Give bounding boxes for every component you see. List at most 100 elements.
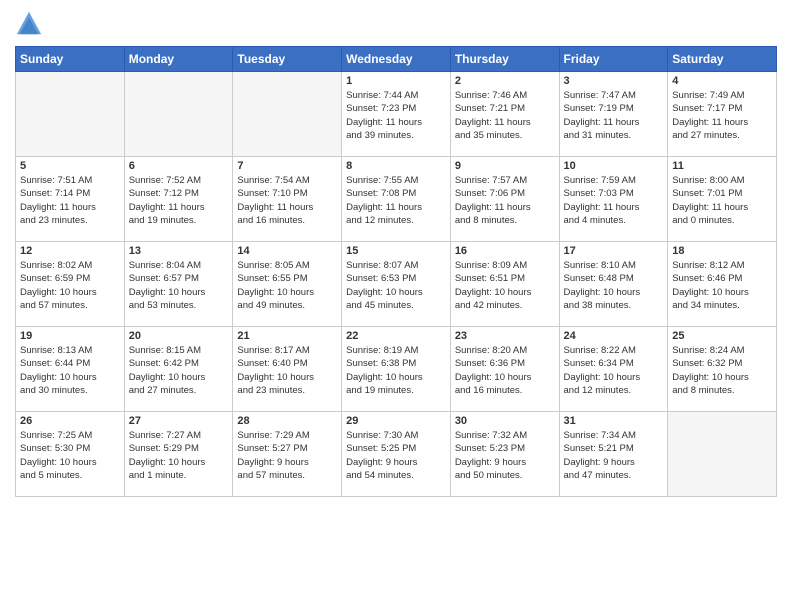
day-info: Sunrise: 7:52 AM Sunset: 7:12 PM Dayligh…: [129, 174, 229, 227]
calendar-cell: 28 Sunrise: 7:29 AM Sunset: 5:27 PM Dayli…: [233, 412, 342, 497]
page-container: SundayMondayTuesdayWednesdayThursdayFrid…: [0, 0, 792, 507]
weekday-header-row: SundayMondayTuesdayWednesdayThursdayFrid…: [16, 47, 777, 72]
day-number: 1: [346, 75, 446, 87]
calendar-cell: 18 Sunrise: 8:12 AM Sunset: 6:46 PM Dayli…: [668, 242, 777, 327]
day-number: 24: [564, 330, 664, 342]
calendar-cell: 16Sunrise: 8:09 AM Sunset: 6:51 PM Dayli…: [450, 242, 559, 327]
day-number: 11: [672, 160, 772, 172]
calendar-cell: 23 Sunrise: 8:20 AM Sunset: 6:36 PM Dayli…: [450, 327, 559, 412]
calendar-cell: 31 Sunrise: 7:34 AM Sunset: 5:21 PM Dayli…: [559, 412, 668, 497]
day-info: Sunrise: 7:51 AM Sunset: 7:14 PM Dayligh…: [20, 174, 120, 227]
day-number: 20: [129, 330, 229, 342]
calendar-cell: 6 Sunrise: 7:52 AM Sunset: 7:12 PM Daylig…: [124, 157, 233, 242]
day-number: 15: [346, 245, 446, 257]
day-number: 3: [564, 75, 664, 87]
calendar-week-row: 19 Sunrise: 8:13 AM Sunset: 6:44 PM Dayli…: [16, 327, 777, 412]
day-info: Sunrise: 7:34 AM Sunset: 5:21 PM Dayligh…: [564, 429, 664, 482]
day-number: 28: [237, 415, 337, 427]
day-info: Sunrise: 8:12 AM Sunset: 6:46 PM Dayligh…: [672, 259, 772, 312]
day-info: Sunrise: 7:54 AM Sunset: 7:10 PM Dayligh…: [237, 174, 337, 227]
day-number: 31: [564, 415, 664, 427]
day-number: 17: [564, 245, 664, 257]
calendar-cell: [124, 72, 233, 157]
day-number: 27: [129, 415, 229, 427]
weekday-header: Friday: [559, 47, 668, 72]
calendar-cell: 7 Sunrise: 7:54 AM Sunset: 7:10 PM Daylig…: [233, 157, 342, 242]
day-info: Sunrise: 8:13 AM Sunset: 6:44 PM Dayligh…: [20, 344, 120, 397]
calendar-cell: 4Sunrise: 7:49 AM Sunset: 7:17 PM Daylig…: [668, 72, 777, 157]
calendar-cell: 5 Sunrise: 7:51 AM Sunset: 7:14 PM Daylig…: [16, 157, 125, 242]
calendar-table: SundayMondayTuesdayWednesdayThursdayFrid…: [15, 46, 777, 497]
day-info: Sunrise: 7:57 AM Sunset: 7:06 PM Dayligh…: [455, 174, 555, 227]
day-info: Sunrise: 8:17 AM Sunset: 6:40 PM Dayligh…: [237, 344, 337, 397]
calendar-cell: 2 Sunrise: 7:46 AM Sunset: 7:21 PM Daylig…: [450, 72, 559, 157]
calendar-cell: 27 Sunrise: 7:27 AM Sunset: 5:29 PM Dayli…: [124, 412, 233, 497]
day-info: Sunrise: 7:32 AM Sunset: 5:23 PM Dayligh…: [455, 429, 555, 482]
day-info: Sunrise: 8:19 AM Sunset: 6:38 PM Dayligh…: [346, 344, 446, 397]
calendar-cell: 15 Sunrise: 8:07 AM Sunset: 6:53 PM Dayli…: [342, 242, 451, 327]
calendar-cell: 26 Sunrise: 7:25 AM Sunset: 5:30 PM Dayli…: [16, 412, 125, 497]
day-info: Sunrise: 8:07 AM Sunset: 6:53 PM Dayligh…: [346, 259, 446, 312]
calendar-cell: 19 Sunrise: 8:13 AM Sunset: 6:44 PM Dayli…: [16, 327, 125, 412]
day-number: 18: [672, 245, 772, 257]
weekday-header: Wednesday: [342, 47, 451, 72]
calendar-cell: 24 Sunrise: 8:22 AM Sunset: 6:34 PM Dayli…: [559, 327, 668, 412]
day-number: 29: [346, 415, 446, 427]
day-number: 30: [455, 415, 555, 427]
day-number: 23: [455, 330, 555, 342]
weekday-header: Saturday: [668, 47, 777, 72]
logo-icon: [15, 10, 43, 38]
calendar-week-row: 26 Sunrise: 7:25 AM Sunset: 5:30 PM Dayli…: [16, 412, 777, 497]
calendar-cell: 17Sunrise: 8:10 AM Sunset: 6:48 PM Dayli…: [559, 242, 668, 327]
calendar-cell: 20Sunrise: 8:15 AM Sunset: 6:42 PM Dayli…: [124, 327, 233, 412]
page-header: [15, 10, 777, 38]
weekday-header: Tuesday: [233, 47, 342, 72]
day-info: Sunrise: 8:20 AM Sunset: 6:36 PM Dayligh…: [455, 344, 555, 397]
day-info: Sunrise: 7:59 AM Sunset: 7:03 PM Dayligh…: [564, 174, 664, 227]
calendar-cell: 1 Sunrise: 7:44 AM Sunset: 7:23 PM Daylig…: [342, 72, 451, 157]
calendar-cell: 12Sunrise: 8:02 AM Sunset: 6:59 PM Dayli…: [16, 242, 125, 327]
day-info: Sunrise: 8:09 AM Sunset: 6:51 PM Dayligh…: [455, 259, 555, 312]
calendar-cell: [16, 72, 125, 157]
calendar-cell: [233, 72, 342, 157]
calendar-cell: 30 Sunrise: 7:32 AM Sunset: 5:23 PM Dayli…: [450, 412, 559, 497]
day-number: 21: [237, 330, 337, 342]
calendar-cell: 3 Sunrise: 7:47 AM Sunset: 7:19 PM Daylig…: [559, 72, 668, 157]
calendar-cell: 25 Sunrise: 8:24 AM Sunset: 6:32 PM Dayli…: [668, 327, 777, 412]
day-number: 26: [20, 415, 120, 427]
day-number: 6: [129, 160, 229, 172]
calendar-cell: 22 Sunrise: 8:19 AM Sunset: 6:38 PM Dayli…: [342, 327, 451, 412]
day-number: 4: [672, 75, 772, 87]
calendar-cell: [668, 412, 777, 497]
day-number: 13: [129, 245, 229, 257]
day-info: Sunrise: 8:05 AM Sunset: 6:55 PM Dayligh…: [237, 259, 337, 312]
day-number: 2: [455, 75, 555, 87]
day-info: Sunrise: 7:47 AM Sunset: 7:19 PM Dayligh…: [564, 89, 664, 142]
day-info: Sunrise: 8:04 AM Sunset: 6:57 PM Dayligh…: [129, 259, 229, 312]
day-number: 12: [20, 245, 120, 257]
day-number: 19: [20, 330, 120, 342]
day-info: Sunrise: 7:44 AM Sunset: 7:23 PM Dayligh…: [346, 89, 446, 142]
weekday-header: Thursday: [450, 47, 559, 72]
weekday-header: Monday: [124, 47, 233, 72]
day-number: 25: [672, 330, 772, 342]
day-number: 14: [237, 245, 337, 257]
day-info: Sunrise: 7:25 AM Sunset: 5:30 PM Dayligh…: [20, 429, 120, 482]
calendar-week-row: 5 Sunrise: 7:51 AM Sunset: 7:14 PM Daylig…: [16, 157, 777, 242]
day-number: 9: [455, 160, 555, 172]
day-number: 8: [346, 160, 446, 172]
day-info: Sunrise: 7:29 AM Sunset: 5:27 PM Dayligh…: [237, 429, 337, 482]
calendar-cell: 10Sunrise: 7:59 AM Sunset: 7:03 PM Dayli…: [559, 157, 668, 242]
day-info: Sunrise: 7:46 AM Sunset: 7:21 PM Dayligh…: [455, 89, 555, 142]
calendar-cell: 14 Sunrise: 8:05 AM Sunset: 6:55 PM Dayli…: [233, 242, 342, 327]
day-number: 7: [237, 160, 337, 172]
day-info: Sunrise: 7:27 AM Sunset: 5:29 PM Dayligh…: [129, 429, 229, 482]
calendar-cell: 13 Sunrise: 8:04 AM Sunset: 6:57 PM Dayli…: [124, 242, 233, 327]
calendar-cell: 8Sunrise: 7:55 AM Sunset: 7:08 PM Daylig…: [342, 157, 451, 242]
day-number: 22: [346, 330, 446, 342]
day-info: Sunrise: 8:00 AM Sunset: 7:01 PM Dayligh…: [672, 174, 772, 227]
day-info: Sunrise: 8:22 AM Sunset: 6:34 PM Dayligh…: [564, 344, 664, 397]
day-info: Sunrise: 8:24 AM Sunset: 6:32 PM Dayligh…: [672, 344, 772, 397]
calendar-cell: 11 Sunrise: 8:00 AM Sunset: 7:01 PM Dayli…: [668, 157, 777, 242]
day-number: 5: [20, 160, 120, 172]
